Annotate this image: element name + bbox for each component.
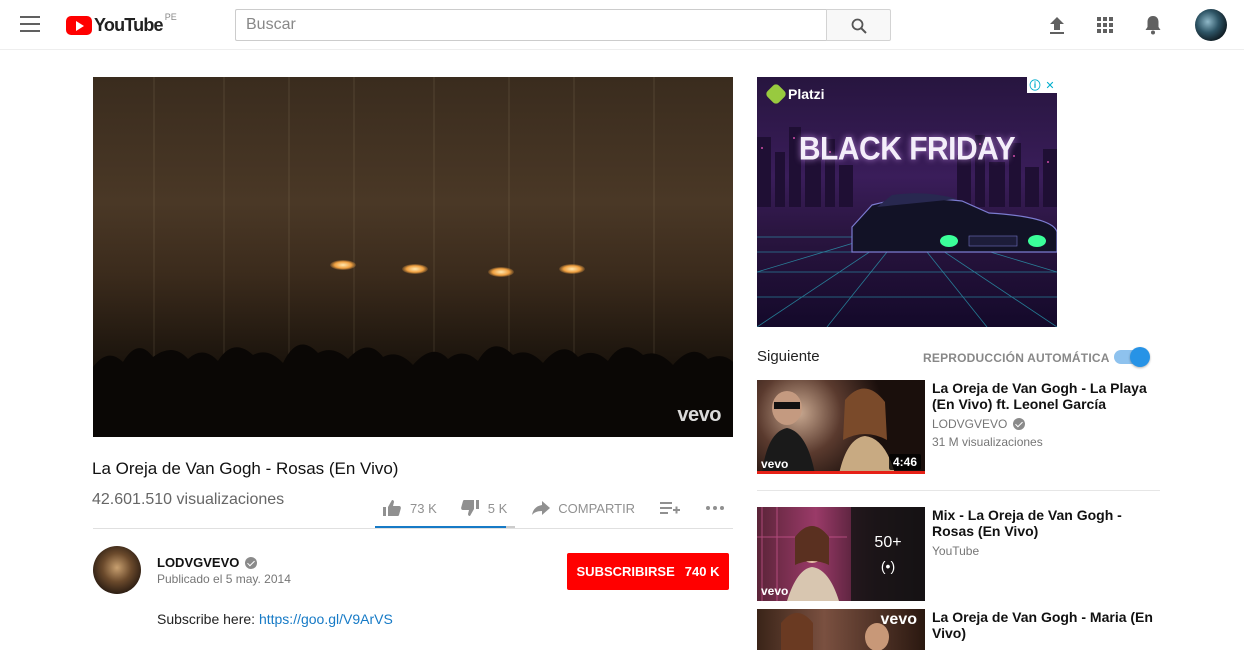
subscribe-label: SUBSCRIBIRSE	[576, 564, 675, 579]
share-icon	[532, 501, 551, 515]
publish-date: Publicado el 5 may. 2014	[157, 572, 291, 586]
video-frame	[93, 77, 733, 437]
vevo-watermark: vevo	[677, 404, 721, 426]
thumbs-up-icon	[383, 500, 401, 516]
recommendation-views: 31 M visualizaciones	[932, 435, 1043, 449]
vevo-badge: vevo	[761, 457, 789, 471]
video-duration: 4:46	[888, 454, 921, 470]
mix-overlay: 50+ (•)	[851, 507, 925, 601]
vevo-badge: vevo	[880, 611, 917, 628]
video-title: La Oreja de Van Gogh - Rosas (En Vivo)	[92, 459, 399, 478]
channel-text: LODVGVEVO	[932, 417, 1008, 431]
recommendation-channel: LODVGVEVO	[932, 417, 1026, 431]
account-avatar[interactable]	[1195, 9, 1227, 41]
dislike-button[interactable]: 5 K	[460, 499, 508, 517]
recommendation-title[interactable]: Mix - La Oreja de Van Gogh - Rosas (En V…	[932, 507, 1167, 539]
ad-brand-text: Platzi	[788, 86, 825, 102]
recommendation-item[interactable]: vevo 50+ (•) Mix - La Oreja de Van Gogh …	[757, 507, 1177, 601]
logo-text: YouTube	[94, 14, 164, 35]
more-icon	[706, 506, 725, 510]
mix-thumbnail[interactable]: vevo 50+ (•)	[757, 507, 925, 601]
recommendation-item[interactable]: vevo La Oreja de Van Gogh - Maria (En Vi…	[757, 609, 1177, 650]
description-text: Subscribe here:	[157, 611, 259, 627]
video-description: Subscribe here: https://goo.gl/V9ArVS	[157, 611, 393, 627]
upload-icon[interactable]	[1045, 13, 1069, 37]
ad-artwork	[757, 127, 1057, 327]
top-bar: YouTube PE	[0, 0, 1244, 50]
menu-icon[interactable]	[20, 16, 40, 32]
playlist-add-icon	[660, 502, 681, 514]
description-link[interactable]: https://goo.gl/V9ArVS	[259, 611, 393, 627]
autoplay-label: REPRODUCCIÓN AUTOMÁTICA	[923, 351, 1110, 365]
notifications-icon[interactable]	[1141, 13, 1165, 37]
recommendation-title[interactable]: La Oreja de Van Gogh - Maria (En Vivo)	[932, 609, 1167, 641]
youtube-play-icon	[66, 15, 92, 35]
video-thumbnail[interactable]: vevo 4:46	[757, 380, 925, 474]
subscriber-count: 740 K	[684, 564, 720, 579]
autoplay-toggle[interactable]	[1114, 347, 1150, 367]
search-button[interactable]	[826, 9, 891, 41]
recommendation-title[interactable]: La Oreja de Van Gogh - La Playa (En Vivo…	[932, 380, 1167, 412]
ad-info-icon[interactable]: ⓘ	[1029, 77, 1040, 93]
share-label: COMPARTIR	[558, 500, 636, 516]
advertisement[interactable]: Platzi BLACK FRIDAY	[757, 77, 1057, 327]
divider	[757, 490, 1160, 491]
like-button[interactable]: 73 K	[382, 499, 437, 517]
video-actions: 73 K 5 K COMPARTIR	[375, 488, 725, 528]
ad-headline: BLACK FRIDAY	[798, 131, 1016, 168]
channel-name-text: LODVGVEVO	[157, 555, 240, 570]
subscribe-button[interactable]: SUBSCRIBIRSE 740 K	[567, 553, 729, 590]
video-player[interactable]: vevo	[93, 77, 733, 437]
up-next-label: Siguiente	[757, 348, 820, 365]
share-button[interactable]: COMPARTIR	[532, 501, 635, 516]
mix-count: 50+	[874, 534, 902, 551]
channel-avatar[interactable]	[93, 546, 141, 594]
ad-choices[interactable]: ⓘ ✕	[1027, 77, 1057, 93]
ad-brand: Platzi	[764, 82, 825, 106]
platzi-logo-icon	[764, 82, 788, 106]
recommendation-item[interactable]: vevo 4:46 La Oreja de Van Gogh - La Play…	[757, 380, 1177, 476]
sentiment-bar-likes	[375, 526, 506, 528]
country-code: PE	[164, 12, 177, 22]
toggle-knob	[1130, 347, 1150, 367]
apps-icon[interactable]	[1093, 13, 1117, 37]
like-count: 73 K	[410, 500, 437, 516]
channel-name[interactable]: LODVGVEVO	[157, 555, 258, 570]
add-to-playlist-button[interactable]	[660, 500, 681, 516]
recommendation-channel: YouTube	[932, 544, 980, 558]
watch-progress	[757, 471, 925, 474]
thumbs-down-icon	[460, 500, 479, 516]
verified-icon	[1013, 418, 1026, 430]
divider	[93, 528, 733, 529]
video-thumbnail[interactable]: vevo	[757, 609, 925, 650]
youtube-logo[interactable]: YouTube PE	[66, 12, 177, 36]
search-icon	[851, 18, 867, 34]
verified-icon	[245, 556, 258, 569]
ad-close-icon[interactable]: ✕	[1045, 79, 1054, 92]
view-count: 42.601.510 visualizaciones	[92, 491, 285, 508]
vevo-badge: vevo	[761, 584, 789, 598]
mix-broadcast-icon: (•)	[880, 558, 896, 574]
dislike-count: 5 K	[487, 500, 508, 516]
search-input[interactable]	[235, 9, 827, 41]
more-options-button[interactable]	[705, 505, 725, 511]
